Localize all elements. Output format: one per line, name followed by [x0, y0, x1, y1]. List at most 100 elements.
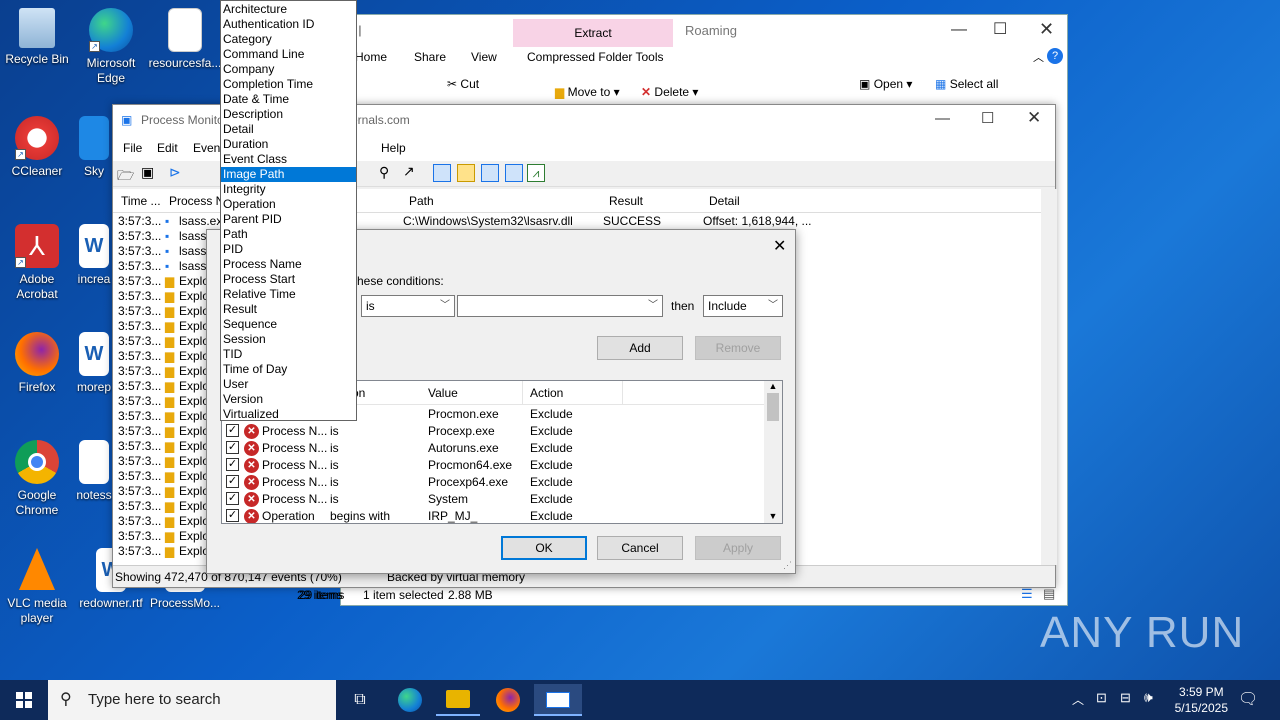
taskbar-edge-icon[interactable] — [388, 684, 432, 716]
apply-button[interactable]: Apply — [695, 536, 781, 560]
desktop-icon-sky[interactable]: Sky — [74, 116, 114, 179]
dropdown-option[interactable]: Virtualized — [221, 407, 356, 422]
ribbon-tab-home[interactable]: Home — [355, 50, 387, 64]
dropdown-option[interactable]: Session — [221, 332, 356, 347]
resize-grip-icon[interactable]: ⋰ — [783, 560, 792, 571]
dropdown-option[interactable]: Integrity — [221, 182, 356, 197]
col-value[interactable]: Value — [428, 386, 458, 400]
col-time[interactable]: Time ... — [121, 194, 161, 208]
filter-row[interactable]: ✓ ✕ Process N... is System Exclude — [222, 490, 782, 507]
dropdown-option[interactable]: User — [221, 377, 356, 392]
capture-icon[interactable]: ⊳ — [169, 164, 181, 181]
dropdown-option[interactable]: Event Class — [221, 152, 356, 167]
taskbar-explorer-icon[interactable] — [436, 684, 480, 716]
ok-button[interactable]: OK — [501, 536, 587, 560]
action-select[interactable]: Include ﹀ — [703, 295, 783, 317]
dialog-close-button[interactable]: ✕ — [773, 236, 786, 256]
menu-file[interactable]: File — [123, 141, 142, 155]
taskbar-clock[interactable]: 3:59 PM 5/15/2025 — [1175, 684, 1228, 716]
dropdown-option[interactable]: Image Path — [221, 167, 356, 182]
desktop-icon-ccleaner[interactable]: ↗ CCleaner — [0, 116, 74, 179]
desktop-icon-chrome[interactable]: Google Chrome — [0, 440, 74, 518]
volume-tray-icon[interactable]: 🕪 — [1144, 689, 1153, 706]
minimize-button[interactable]: — — [951, 21, 967, 39]
relation-select[interactable]: is ﹀ — [361, 295, 455, 317]
cut-button[interactable]: ✂ Cut — [447, 77, 479, 91]
close-button[interactable]: ✕ — [1039, 19, 1054, 40]
taskbar-procmon-icon[interactable] — [534, 684, 582, 716]
checkbox-checked-icon[interactable]: ✓ — [226, 509, 239, 522]
ribbon-tab-share[interactable]: Share — [414, 50, 446, 64]
dropdown-option[interactable]: Duration — [221, 137, 356, 152]
find-icon[interactable]: ⚲ — [379, 164, 389, 181]
dropdown-option[interactable]: Architecture — [221, 2, 356, 17]
dropdown-option[interactable]: Authentication ID — [221, 17, 356, 32]
desktop-icon-increa[interactable]: W increa — [74, 224, 114, 287]
dropdown-option[interactable]: PID — [221, 242, 356, 257]
dropdown-option[interactable]: Result — [221, 302, 356, 317]
task-view-button[interactable]: ⧉ — [338, 684, 382, 716]
ribbon-collapse-icon[interactable]: ︿ — [1033, 49, 1044, 65]
file-activity-icon[interactable] — [457, 164, 475, 182]
checkbox-checked-icon[interactable]: ✓ — [226, 424, 239, 437]
taskbar-search-box[interactable]: ⚲ Type here to search — [48, 680, 336, 720]
network-tray-icon[interactable]: ⊡ — [1096, 690, 1107, 706]
maximize-button[interactable]: ☐ — [993, 19, 1007, 39]
large-icons-view-icon[interactable]: ▤ — [1043, 586, 1055, 602]
col-detail[interactable]: Detail — [709, 194, 740, 208]
network-activity-icon[interactable] — [481, 164, 499, 182]
dropdown-option[interactable]: Command Line — [221, 47, 356, 62]
maximize-button[interactable]: ☐ — [981, 109, 994, 127]
desktop-icon-acrobat[interactable]: ⅄ ↗ Adobe Acrobat — [0, 224, 74, 302]
filter-row[interactable]: ✓ ✕ Process N... is Procexp64.exe Exclude — [222, 473, 782, 490]
select-all-button[interactable]: ▦ Select all — [935, 77, 998, 91]
desktop-icon-firefox[interactable]: Firefox — [0, 332, 74, 395]
minimize-button[interactable]: — — [935, 110, 950, 127]
save-icon[interactable]: ▣ — [141, 164, 154, 181]
cancel-button[interactable]: Cancel — [597, 536, 683, 560]
dropdown-option[interactable]: Category — [221, 32, 356, 47]
menu-edit[interactable]: Edit — [157, 141, 178, 155]
details-view-icon[interactable]: ☰ — [1021, 586, 1033, 602]
jump-icon[interactable]: ↗ — [403, 163, 415, 180]
help-icon[interactable]: ? — [1047, 48, 1063, 64]
show-hidden-icons-icon[interactable]: ︿ — [1072, 691, 1084, 708]
dropdown-option[interactable]: Completion Time — [221, 77, 356, 92]
add-button[interactable]: Add — [597, 336, 683, 360]
dropdown-option[interactable]: Process Start — [221, 272, 356, 287]
table-scrollbar[interactable] — [1041, 189, 1057, 565]
dropdown-option[interactable]: Time of Day — [221, 362, 356, 377]
ribbon-tab-view[interactable]: View — [471, 50, 497, 64]
filter-list-scrollbar[interactable]: ▲ ▼ — [764, 381, 782, 523]
open-button[interactable]: ▣ Open ▾ — [859, 77, 912, 91]
dropdown-option[interactable]: TID — [221, 347, 356, 362]
ribbon-tab-compressed[interactable]: Compressed Folder Tools — [527, 50, 664, 64]
desktop-icon-recycle-bin[interactable]: Recycle Bin — [0, 8, 74, 67]
notification-center-icon[interactable]: 🗨 — [1238, 689, 1258, 709]
filter-row[interactable]: ✓ ✕ Process N... is Procexp.exe Exclude — [222, 422, 782, 439]
scroll-down-icon[interactable]: ▼ — [764, 511, 782, 521]
open-folder-icon[interactable]: 🗁 — [117, 165, 134, 189]
col-action[interactable]: Action — [530, 386, 563, 400]
start-button[interactable] — [0, 680, 48, 720]
desktop-icon-morep[interactable]: W morep — [74, 332, 114, 395]
close-button[interactable]: ✕ — [1027, 108, 1041, 128]
remove-button[interactable]: Remove — [695, 336, 781, 360]
profiling-icon[interactable]: ⩘ — [527, 164, 545, 182]
dropdown-option[interactable]: Detail — [221, 122, 356, 137]
col-path[interactable]: Path — [409, 194, 434, 208]
checkbox-checked-icon[interactable]: ✓ — [226, 458, 239, 471]
desktop-icon-resources[interactable]: resourcesfa... — [148, 8, 222, 71]
dropdown-option[interactable]: Description — [221, 107, 356, 122]
dropdown-option[interactable]: Relative Time — [221, 287, 356, 302]
process-activity-icon[interactable] — [505, 164, 523, 182]
dropdown-option[interactable]: Path — [221, 227, 356, 242]
dropdown-option[interactable]: Sequence — [221, 317, 356, 332]
filter-row[interactable]: ✓ ✕ Process N... is Autoruns.exe Exclude — [222, 439, 782, 456]
dropdown-option[interactable]: Parent PID — [221, 212, 356, 227]
dropdown-option[interactable]: Version — [221, 392, 356, 407]
menu-help[interactable]: Help — [381, 141, 406, 155]
filter-row[interactable]: ✓ ✕ Process N... is Procmon64.exe Exclude — [222, 456, 782, 473]
dropdown-option[interactable]: Date & Time — [221, 92, 356, 107]
checkbox-checked-icon[interactable]: ✓ — [226, 475, 239, 488]
